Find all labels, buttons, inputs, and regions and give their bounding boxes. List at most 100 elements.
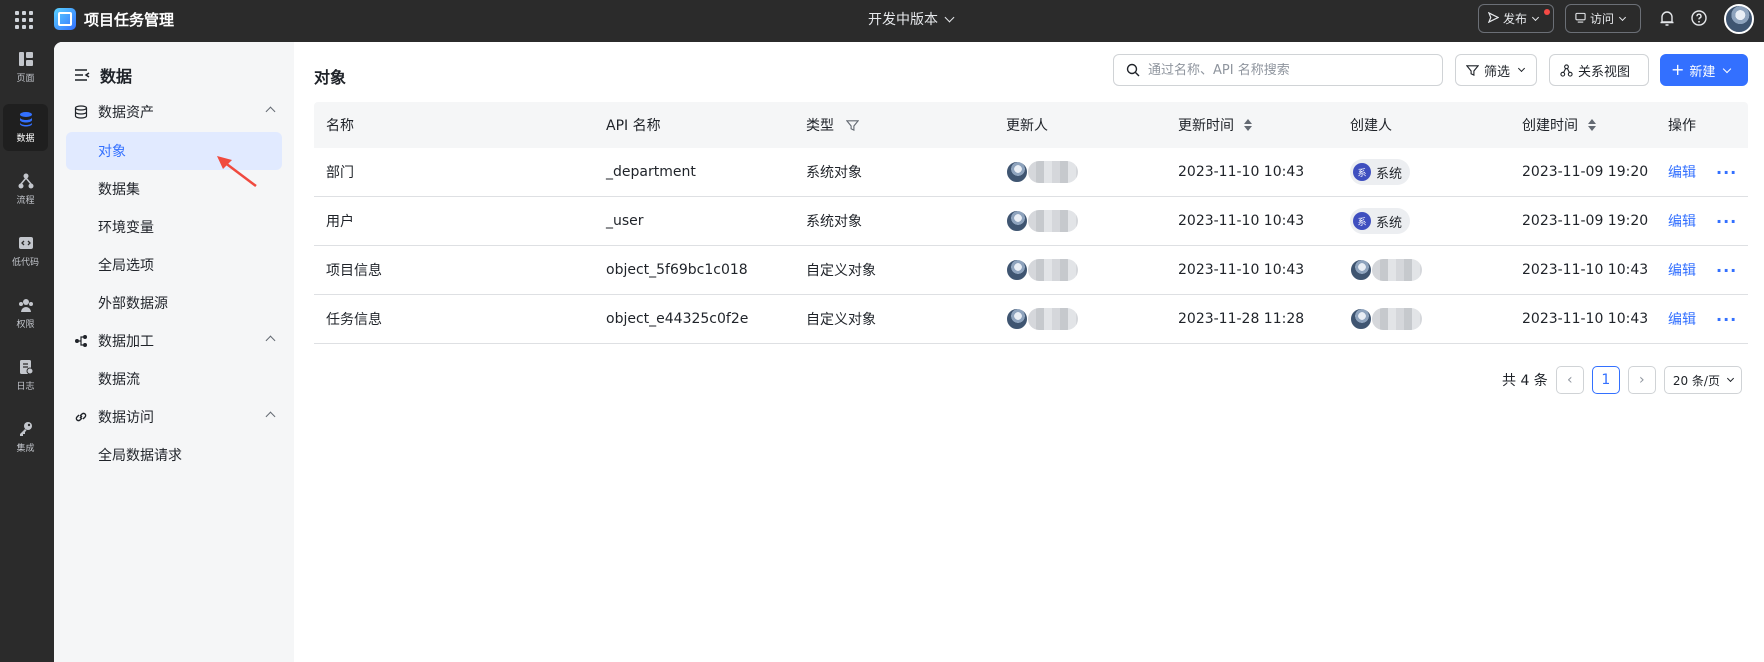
database-icon (19, 112, 32, 127)
monitor-icon (1575, 12, 1586, 26)
help-icon[interactable] (1690, 9, 1708, 27)
publish-label: 发布 (1503, 12, 1528, 26)
sidebar-item-label: 全局选项 (98, 258, 154, 274)
relation-view-button[interactable]: 关系视图 (1549, 54, 1649, 86)
creator-label: 系统 (1376, 215, 1403, 231)
rail-item-permissions[interactable]: 权限 (3, 290, 48, 337)
more-icon[interactable]: ··· (1716, 212, 1737, 231)
objects-table: 名称 API 名称 类型 更新人 更新时间 创建人 创建时间 操作 部门 _de… (314, 102, 1748, 344)
sidebar-group-data-processing[interactable]: 数据加工 (74, 331, 284, 351)
rail-item-logs[interactable]: 日志 (3, 352, 48, 399)
new-button[interactable]: + 新建 (1660, 54, 1748, 86)
avatar (1350, 259, 1372, 281)
more-icon[interactable]: ··· (1716, 310, 1737, 329)
avatar (1006, 210, 1028, 232)
chevron-down-icon (1531, 13, 1540, 21)
edit-link[interactable]: 编辑 (1668, 260, 1696, 280)
sidebar-group-data-access[interactable]: 数据访问 (74, 407, 284, 427)
collapse-menu-icon[interactable] (74, 68, 90, 82)
cell-name: 项目信息 (326, 263, 382, 279)
sidebar-item-label: 环境变量 (98, 220, 154, 236)
annotation-arrow (217, 156, 257, 187)
rail-item-data[interactable]: 数据 (3, 104, 48, 151)
version-selector[interactable]: 开发中版本 (868, 9, 955, 29)
header-created-time[interactable]: 创建时间 (1522, 115, 1596, 135)
page-number[interactable]: 1 (1591, 366, 1620, 394)
sidebar-group-label: 数据资产 (98, 105, 154, 121)
user-avatar[interactable] (1724, 4, 1754, 34)
cell-api: object_5f69bc1c018 (606, 262, 748, 278)
sidebar-item-env-vars[interactable]: 环境变量 (66, 208, 282, 246)
publish-button[interactable]: 发布 (1478, 4, 1554, 33)
filter-icon (1466, 64, 1479, 76)
chevron-up-icon (265, 106, 276, 117)
flow-icon (18, 173, 33, 189)
send-icon (1487, 11, 1500, 26)
search-input[interactable] (1148, 62, 1418, 78)
redacted-name (1372, 259, 1422, 281)
sidebar-item-dataflow[interactable]: 数据流 (66, 360, 282, 398)
cell-created: 2023-11-09 19:20 (1522, 164, 1649, 180)
more-icon[interactable]: ··· (1716, 163, 1737, 182)
main-panel: 数据 数据资产 对象 数据集 环境变量 全局选项 外部数据源 数据加工 数据流 … (54, 42, 1764, 662)
search-box[interactable] (1113, 54, 1443, 86)
header-type-label: 类型 (806, 118, 834, 134)
cell-name: 用户 (326, 214, 354, 230)
branch-icon (75, 335, 87, 347)
cell-creator (1350, 259, 1422, 281)
plus-icon: + (1671, 60, 1685, 79)
cell-created: 2023-11-10 10:43 (1522, 262, 1649, 278)
rail-item-integration[interactable]: 集成 (3, 414, 48, 461)
sidebar-group-data-assets[interactable]: 数据资产 (74, 102, 284, 122)
sidebar-item-global-requests[interactable]: 全局数据请求 (66, 436, 282, 474)
header-updated-time[interactable]: 更新时间 (1178, 115, 1252, 135)
sidebar-item-external-sources[interactable]: 外部数据源 (66, 284, 282, 322)
sidebar-title: 数据 (74, 63, 132, 87)
header-name: 名称 (326, 118, 354, 134)
cell-updater (1006, 210, 1078, 232)
visit-button[interactable]: 访问 (1565, 4, 1641, 33)
cell-api: _department (606, 164, 696, 180)
rail-item-lowcode[interactable]: 低代码 (3, 228, 48, 275)
sidebar-item-label: 外部数据源 (98, 296, 168, 312)
cell-type: 自定义对象 (806, 263, 876, 279)
filter-button[interactable]: 筛选 (1455, 54, 1537, 86)
prev-page-button[interactable]: ‹ (1555, 366, 1584, 394)
rail-item-pages[interactable]: 页面 (3, 44, 48, 91)
link-icon (75, 412, 87, 422)
bell-icon[interactable] (1659, 9, 1675, 27)
left-rail: 页面 数据 流程 低代码 权限 日志 集成 (0, 42, 54, 662)
header-creator: 创建人 (1350, 118, 1392, 134)
app-grid-icon[interactable] (13, 9, 35, 31)
header-updated-label: 更新时间 (1178, 118, 1234, 134)
next-page-button[interactable]: › (1627, 366, 1656, 394)
cell-type: 系统对象 (806, 214, 862, 230)
cell-updater (1006, 161, 1078, 183)
users-icon (18, 299, 33, 312)
version-label: 开发中版本 (868, 12, 938, 28)
top-bar: 项目任务管理 开发中版本 发布 访问 (0, 0, 1764, 42)
chevron-down-icon (1723, 64, 1732, 73)
system-avatar: 系 (1353, 212, 1371, 230)
edit-link[interactable]: 编辑 (1668, 309, 1696, 329)
table-row[interactable]: 项目信息 object_5f69bc1c018 自定义对象 2023-11-10… (314, 246, 1748, 295)
more-icon[interactable]: ··· (1716, 261, 1737, 280)
cell-updated: 2023-11-10 10:43 (1178, 164, 1305, 180)
page-size-select[interactable]: 20 条/页 (1663, 366, 1742, 394)
rail-item-flow[interactable]: 流程 (3, 166, 48, 213)
sidebar-item-global-options[interactable]: 全局选项 (66, 246, 282, 284)
edit-link[interactable]: 编辑 (1668, 211, 1696, 231)
filter-icon[interactable] (846, 119, 859, 132)
edit-link[interactable]: 编辑 (1668, 162, 1696, 182)
chevron-up-icon (265, 335, 276, 346)
table-row[interactable]: 部门 _department 系统对象 2023-11-10 10:43 系系统… (314, 148, 1748, 197)
cell-updated: 2023-11-10 10:43 (1178, 262, 1305, 278)
redacted-name (1372, 308, 1422, 330)
relation-view-label: 关系视图 (1578, 64, 1631, 80)
rail-label: 日志 (16, 382, 35, 392)
total-count: 共 4 条 (1502, 373, 1548, 389)
table-row[interactable]: 任务信息 object_e44325c0f2e 自定义对象 2023-11-28… (314, 295, 1748, 344)
table-row[interactable]: 用户 _user 系统对象 2023-11-10 10:43 系系统 2023-… (314, 197, 1748, 246)
rail-label: 集成 (16, 444, 35, 454)
header-type: 类型 (806, 115, 859, 135)
